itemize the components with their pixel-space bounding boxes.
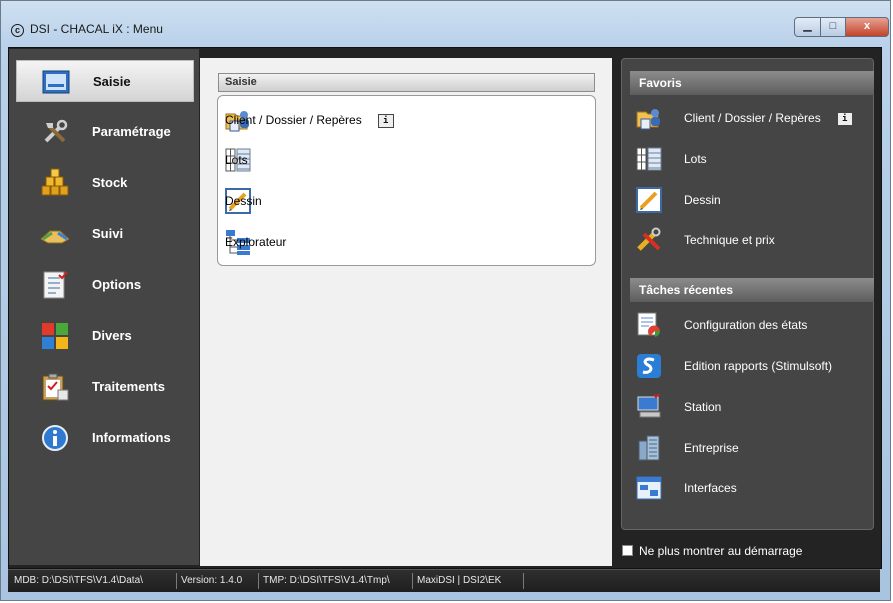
item-label: Dessin xyxy=(684,193,721,207)
maximize-button[interactable]: □ xyxy=(820,17,846,37)
item-label: Edition rapports (Stimulsoft) xyxy=(684,359,833,373)
tools-icon xyxy=(637,227,661,251)
handshake-icon xyxy=(40,230,70,244)
form-icon xyxy=(42,70,70,94)
sidebar-item-traitements[interactable]: Traitements xyxy=(16,366,194,408)
sidebar-item-label: Saisie xyxy=(93,74,131,89)
sidebar-item-label: Traitements xyxy=(92,379,165,394)
sidebar-item-stock[interactable]: Stock xyxy=(16,162,194,204)
status-separator xyxy=(258,573,259,589)
sidebar-item-label: Divers xyxy=(92,328,132,343)
item-label: Interfaces xyxy=(684,481,737,495)
sidebar-item-parametrage[interactable]: Paramétrage xyxy=(16,111,194,153)
startup-checkbox[interactable] xyxy=(622,545,633,556)
checklist-icon xyxy=(43,271,68,299)
sidebar-item-options[interactable]: Options xyxy=(16,264,194,306)
sidebar-item-label: Options xyxy=(92,277,142,292)
favorite-item-technique[interactable]: Technique et prix xyxy=(636,227,872,255)
item-label: Entreprise xyxy=(684,441,739,455)
info-icon xyxy=(42,425,68,451)
favorite-item-lots[interactable]: Lots xyxy=(636,146,872,174)
item-label: Lots xyxy=(225,153,248,167)
stimulsoft-icon xyxy=(637,354,661,378)
drawing-icon xyxy=(636,187,662,213)
main-item-dessin[interactable]: Dessin xyxy=(225,188,525,216)
app-logo-icon: c xyxy=(11,24,24,37)
sidebar-item-label: Suivi xyxy=(92,226,124,241)
sidebar-item-label: Paramétrage xyxy=(92,124,171,139)
status-user: MaxiDSI | DSI2\EK xyxy=(417,575,502,586)
sidebar-item-divers[interactable]: Divers xyxy=(16,315,194,357)
favorite-item-dessin[interactable]: Dessin xyxy=(636,187,872,215)
status-separator xyxy=(523,573,524,589)
recent-item-entreprise[interactable]: Entreprise xyxy=(636,435,872,463)
main-item-explorateur[interactable]: Explorateur xyxy=(225,229,525,257)
sidebar-item-suivi[interactable]: Suivi xyxy=(16,213,194,255)
item-label: Station xyxy=(684,400,722,414)
tools-icon xyxy=(44,119,68,143)
status-mdb: MDB: D:\DSI\TFS\V1.4\Data\ xyxy=(14,575,143,586)
status-bar: MDB: D:\DSI\TFS\V1.4\Data\ Version: 1.4.… xyxy=(8,569,880,592)
item-label: Lots xyxy=(684,152,707,166)
item-label: Client / Dossier / Repères i xyxy=(225,113,394,128)
close-button[interactable]: x xyxy=(845,17,889,37)
title-bar[interactable]: c DSI - CHACAL iX : Menu ▁ □ x xyxy=(1,1,890,37)
sidebar-item-informations[interactable]: Informations xyxy=(16,417,194,459)
grid-icon xyxy=(636,147,662,171)
computer-icon xyxy=(637,394,661,418)
report-icon xyxy=(637,312,661,337)
main-item-lots[interactable]: Lots xyxy=(225,147,525,175)
window-icon xyxy=(636,476,662,500)
section-header: Saisie xyxy=(218,73,595,92)
item-label: Technique et prix xyxy=(684,233,775,247)
item-label: Client / Dossier / Repères i xyxy=(684,111,853,126)
status-separator xyxy=(412,573,413,589)
folder-user-icon xyxy=(636,109,660,130)
building-icon xyxy=(638,435,660,461)
recent-item-interfaces[interactable]: Interfaces xyxy=(636,475,872,503)
stock-icon xyxy=(41,168,69,196)
main-item-client[interactable]: Client / Dossier / Repères i xyxy=(225,107,585,135)
sidebar-item-label: Stock xyxy=(92,175,128,190)
recent-item-configuration[interactable]: Configuration des états xyxy=(636,312,872,340)
status-version: Version: 1.4.0 xyxy=(181,575,243,586)
recent-tasks-header: Tâches récentes xyxy=(630,278,874,302)
status-tmp: TMP: D:\DSI\TFS\V1.4\Tmp\ xyxy=(263,575,390,586)
clipboard-icon xyxy=(42,373,69,401)
recent-item-station[interactable]: Station xyxy=(636,394,872,422)
status-separator xyxy=(176,573,177,589)
info-badge-icon[interactable]: i xyxy=(377,113,394,128)
sidebar-item-label: Informations xyxy=(92,430,171,445)
sidebar-item-saisie[interactable]: Saisie xyxy=(16,60,194,102)
item-label: Dessin xyxy=(225,194,262,208)
favorites-header: Favoris xyxy=(630,71,874,95)
recent-item-edition-rapports[interactable]: Edition rapports (Stimulsoft) xyxy=(636,353,872,381)
window-title: DSI - CHACAL iX : Menu xyxy=(30,22,163,36)
info-badge-icon[interactable]: i xyxy=(836,111,853,126)
startup-checkbox-label: Ne plus montrer au démarrage xyxy=(639,544,803,558)
tiles-icon xyxy=(42,323,68,349)
minimize-button[interactable]: ▁ xyxy=(794,17,821,37)
item-label: Explorateur xyxy=(225,235,287,249)
favorite-item-client[interactable]: Client / Dossier / Repères i xyxy=(636,105,872,133)
item-label: Configuration des états xyxy=(684,318,808,332)
startup-option[interactable]: Ne plus montrer au démarrage xyxy=(622,544,802,558)
